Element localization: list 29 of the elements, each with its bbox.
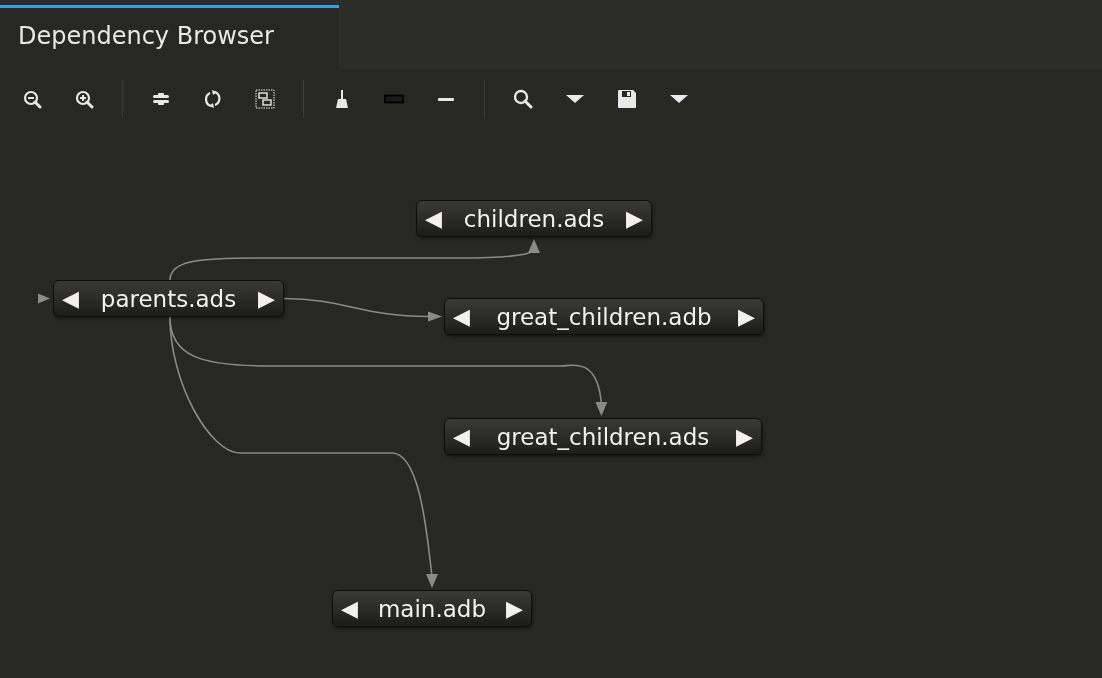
graph-node[interactable]: ◀ children.ads ▶ bbox=[416, 200, 652, 237]
expand-parents-button[interactable]: ◀ bbox=[341, 596, 358, 621]
node-label: parents.ads bbox=[99, 285, 238, 312]
graph-node[interactable]: ◀ parents.ads ▶ bbox=[53, 280, 284, 317]
expand-children-button[interactable]: ▶ bbox=[506, 596, 523, 621]
expand-parents-button[interactable]: ◀ bbox=[62, 286, 79, 311]
expand-children-button[interactable]: ▶ bbox=[626, 206, 643, 231]
expand-parents-button[interactable]: ◀ bbox=[453, 424, 470, 449]
search-icon bbox=[513, 89, 533, 109]
node-label: children.ads bbox=[462, 205, 606, 232]
tab[interactable]: Dependency Browser bbox=[0, 5, 339, 70]
save-icon bbox=[617, 89, 637, 109]
incoming-arrowhead bbox=[38, 293, 50, 304]
zoom-out-icon bbox=[22, 89, 42, 109]
node-label: main.adb bbox=[376, 595, 488, 622]
graph-node[interactable]: ◀ great_children.ads ▶ bbox=[444, 418, 762, 455]
graph-node[interactable]: ◀ great_children.adb ▶ bbox=[444, 298, 764, 335]
graph-node[interactable]: ◀ main.adb ▶ bbox=[332, 590, 532, 627]
expand-children-button[interactable]: ▶ bbox=[258, 286, 275, 311]
layout-icon bbox=[255, 89, 275, 109]
refresh-icon bbox=[203, 89, 223, 109]
zoom-in-icon bbox=[74, 89, 94, 109]
node-label: great_children.ads bbox=[495, 423, 711, 450]
expand-children-button[interactable]: ▶ bbox=[738, 304, 755, 329]
expand-parents-button[interactable]: ◀ bbox=[425, 206, 442, 231]
node-label: great_children.adb bbox=[495, 303, 713, 330]
expand-children-button[interactable]: ▶ bbox=[736, 424, 753, 449]
expand-parents-button[interactable]: ◀ bbox=[453, 304, 470, 329]
minus-icon bbox=[438, 97, 454, 101]
